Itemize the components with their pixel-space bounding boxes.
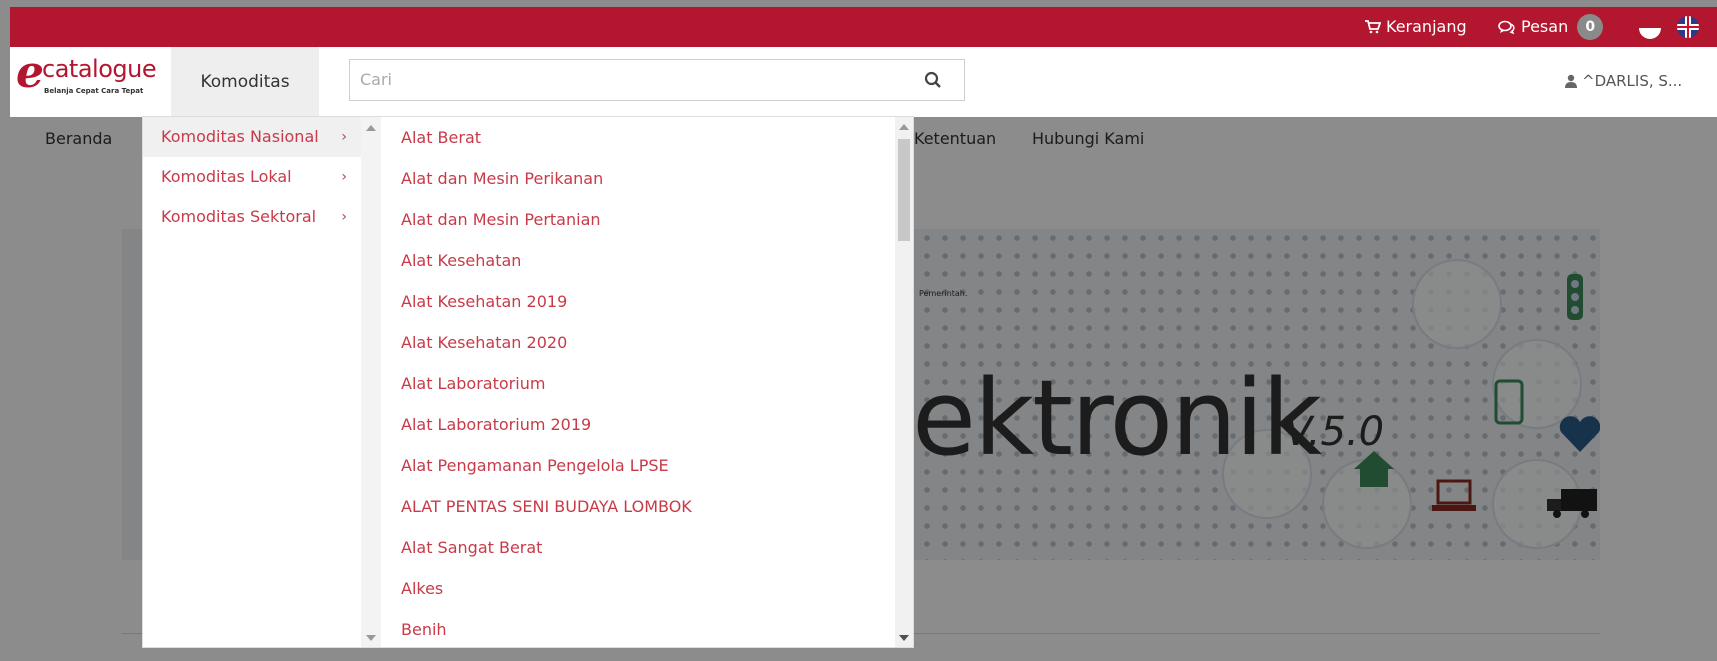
uk-flag-icon[interactable] <box>1677 16 1699 38</box>
search-input[interactable]: Cari <box>349 59 965 101</box>
list-item[interactable]: Alat Pengamanan Pengelola LPSE <box>401 445 669 486</box>
logo-e-mark: e <box>16 47 44 98</box>
heart-icon <box>1559 416 1600 452</box>
list-item[interactable]: Alat dan Mesin Pertanian <box>401 199 601 240</box>
komoditas-menu-button[interactable]: Komoditas <box>171 47 319 117</box>
ecatalogue-logo[interactable]: e catalogue Belanja Cepat Cara Tepat <box>16 47 157 103</box>
messages-label: Pesan <box>1521 17 1569 36</box>
list-item[interactable]: Alat Sangat Berat <box>401 527 542 568</box>
messages-link[interactable]: Pesan 0 <box>1498 7 1604 47</box>
banner-fine-print: Pemerintah. <box>919 289 968 298</box>
chevron-right-icon: › <box>341 169 347 185</box>
cart-label: Keranjang <box>1386 17 1467 36</box>
category-komoditas-nasional[interactable]: Komoditas Nasional › <box>143 117 361 157</box>
nav-beranda[interactable]: Beranda <box>45 117 112 161</box>
list-scrollbar[interactable] <box>895 117 913 647</box>
category-label: Komoditas Sektoral <box>161 207 317 226</box>
hex-decoration <box>1412 259 1502 349</box>
scroll-up-icon[interactable] <box>899 124 909 130</box>
list-item[interactable]: Alat Laboratorium <box>401 363 545 404</box>
chevron-right-icon: › <box>341 209 347 225</box>
user-icon <box>1565 74 1577 88</box>
search-placeholder: Cari <box>360 70 392 89</box>
scroll-up-icon[interactable] <box>366 125 376 131</box>
category-komoditas-lokal[interactable]: Komoditas Lokal › <box>143 157 361 197</box>
truck-icon <box>1547 489 1597 518</box>
category-scrollbar[interactable] <box>361 117 381 647</box>
category-label: Komoditas Nasional <box>161 127 319 146</box>
user-name: ^DARLIS, S... <box>1582 72 1683 90</box>
banner-headline: ektronik <box>912 357 1322 479</box>
list-item[interactable]: Alat Kesehatan 2019 <box>401 281 567 322</box>
list-item[interactable]: Alat Kesehatan <box>401 240 521 281</box>
nav-ketentuan[interactable]: Ketentuan <box>914 117 996 161</box>
messages-count-badge: 0 <box>1577 14 1604 40</box>
comments-icon <box>1498 20 1515 34</box>
search-icon[interactable] <box>924 71 942 89</box>
indonesia-flag-icon[interactable] <box>1639 17 1661 39</box>
category-label: Komoditas Lokal <box>161 167 292 186</box>
chevron-right-icon: › <box>341 129 347 145</box>
cart-icon <box>1365 20 1381 34</box>
cart-link[interactable]: Keranjang <box>1365 7 1467 47</box>
komoditas-dropdown: Komoditas Nasional › Komoditas Lokal › K… <box>142 116 914 648</box>
scrollbar-thumb[interactable] <box>898 139 910 241</box>
traffic-light-icon <box>1567 274 1583 320</box>
list-item[interactable]: Alat Kesehatan 2020 <box>401 322 567 363</box>
phone-icon <box>1494 379 1524 425</box>
logo-tagline: Belanja Cepat Cara Tepat <box>44 87 144 95</box>
top-bar: Keranjang Pesan 0 <box>10 7 1717 47</box>
list-item[interactable]: Alat Laboratorium 2019 <box>401 404 591 445</box>
scroll-down-icon[interactable] <box>899 635 909 641</box>
category-column: Komoditas Nasional › Komoditas Lokal › K… <box>143 117 361 647</box>
list-item[interactable]: Alat dan Mesin Perikanan <box>401 158 603 199</box>
user-menu[interactable]: ^DARLIS, S... <box>1565 47 1682 115</box>
logo-name: catalogue <box>42 55 157 83</box>
list-item[interactable]: ALAT PENTAS SENI BUDAYA LOMBOK <box>401 486 692 527</box>
list-item[interactable]: Alkes <box>401 568 443 609</box>
list-item[interactable]: Alat Berat <box>401 117 481 158</box>
scroll-down-icon[interactable] <box>366 635 376 641</box>
list-item[interactable]: Benih <box>401 609 447 650</box>
commodity-list: Alat Berat Alat dan Mesin Perikanan Alat… <box>383 117 903 647</box>
house-icon <box>1354 451 1394 487</box>
nav-hubungi-kami[interactable]: Hubungi Kami <box>1032 117 1144 161</box>
category-komoditas-sektoral[interactable]: Komoditas Sektoral › <box>143 197 361 237</box>
header: e catalogue Belanja Cepat Cara Tepat Kom… <box>10 47 1717 117</box>
laptop-icon <box>1432 479 1476 511</box>
